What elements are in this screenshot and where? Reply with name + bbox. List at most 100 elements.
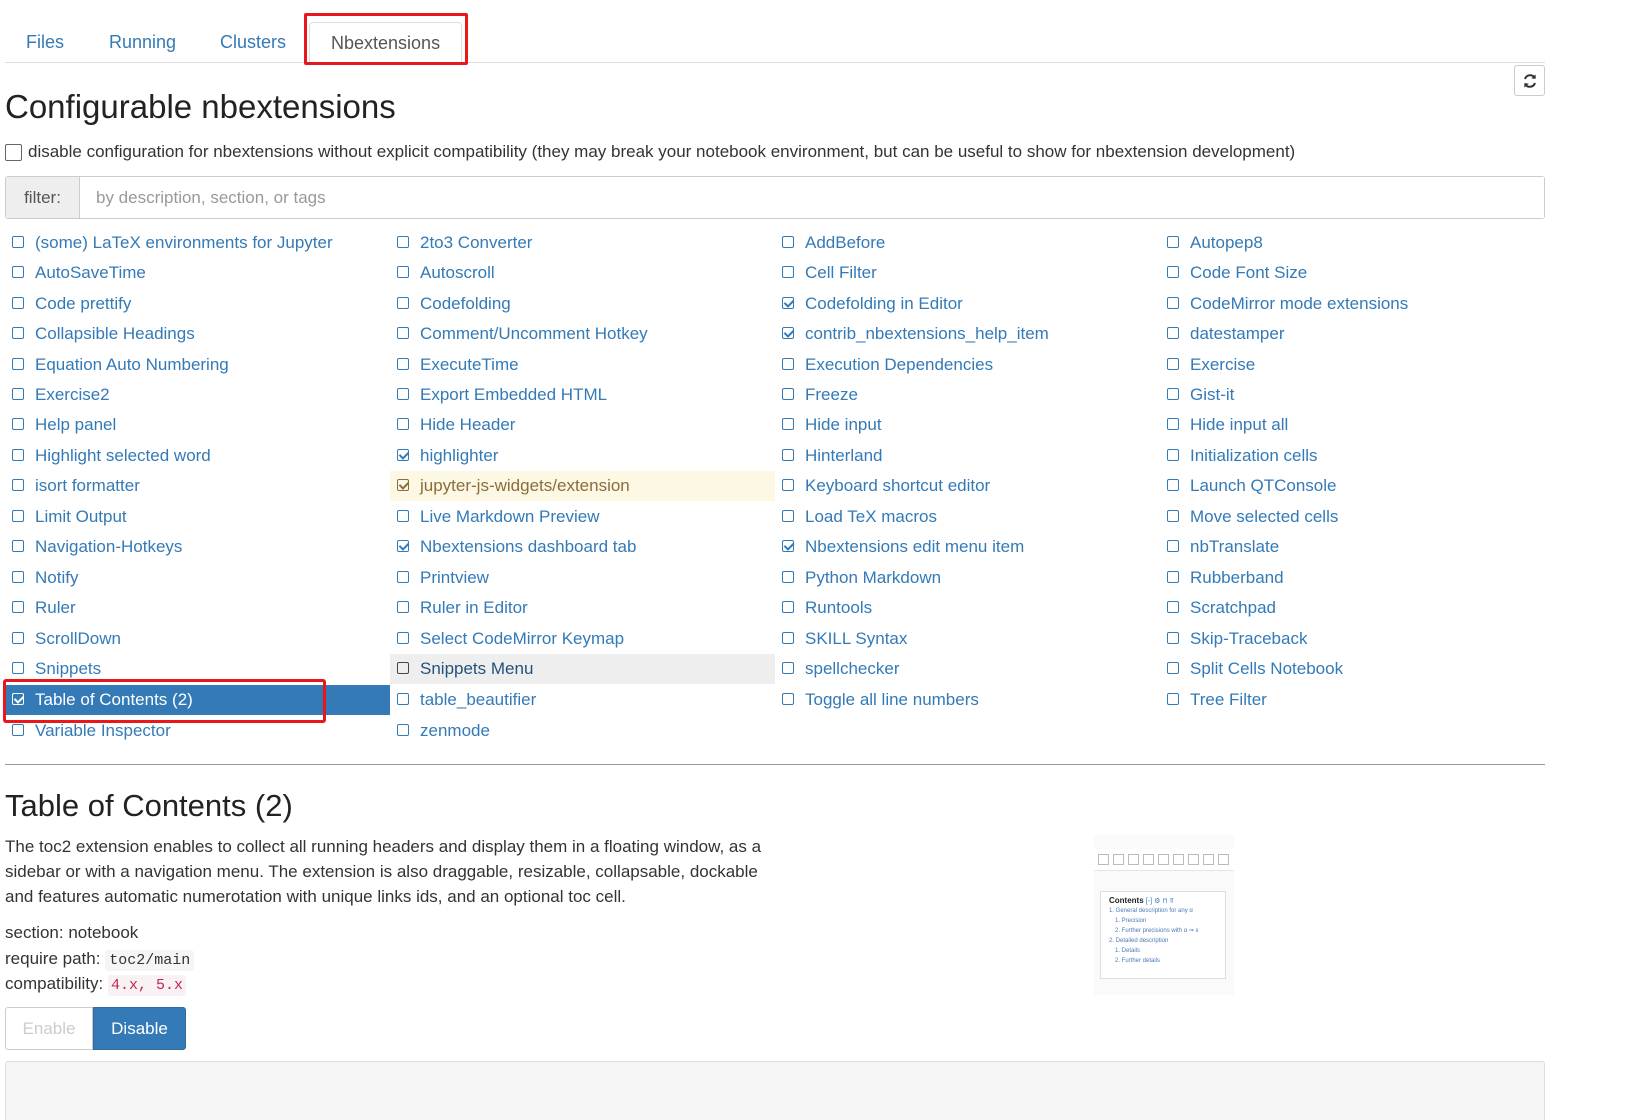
extension-item[interactable]: Skip-Traceback	[1160, 624, 1545, 654]
extension-item[interactable]: isort formatter	[5, 471, 390, 501]
extension-item[interactable]: Codefolding in Editor	[775, 289, 1160, 319]
filter-input[interactable]	[80, 177, 1544, 218]
extension-item[interactable]: Exercise2	[5, 380, 390, 410]
checked-checkbox-icon	[397, 449, 409, 461]
filter-group: filter:	[5, 176, 1545, 219]
extension-item[interactable]: Nbextensions dashboard tab	[390, 532, 775, 562]
extension-item[interactable]: zenmode	[390, 716, 775, 746]
extension-item[interactable]: Exercise	[1160, 350, 1545, 380]
extension-item[interactable]: Export Embedded HTML	[390, 380, 775, 410]
tab-files[interactable]: Files	[5, 22, 85, 62]
preview-toolbar-icon	[1113, 854, 1124, 865]
extension-item[interactable]: Launch QTConsole	[1160, 471, 1545, 501]
extension-item[interactable]: Hide input	[775, 410, 1160, 440]
extension-item[interactable]: Navigation-Hotkeys	[5, 532, 390, 562]
preview-toolbar-icon	[1218, 854, 1229, 865]
unchecked-checkbox-icon	[12, 358, 24, 370]
extension-item[interactable]: jupyter-js-widgets/extension	[390, 471, 775, 501]
extension-item[interactable]: Select CodeMirror Keymap	[390, 624, 775, 654]
extension-item[interactable]: Initialization cells	[1160, 441, 1545, 471]
extension-label: jupyter-js-widgets/extension	[420, 476, 630, 495]
extension-label: Initialization cells	[1190, 446, 1318, 465]
extension-label: table_beautifier	[420, 690, 537, 709]
extension-label: (some) LaTeX environments for Jupyter	[35, 233, 333, 252]
extension-item[interactable]: Cell Filter	[775, 258, 1160, 288]
extension-item[interactable]: Collapsible Headings	[5, 319, 390, 349]
extension-item[interactable]: Snippets Menu	[390, 654, 775, 684]
extension-item[interactable]: datestamper	[1160, 319, 1545, 349]
extension-label: Nbextensions dashboard tab	[420, 537, 637, 556]
unchecked-checkbox-icon	[1167, 662, 1179, 674]
extension-item[interactable]: Nbextensions edit menu item	[775, 532, 1160, 562]
extension-item[interactable]: Toggle all line numbers	[775, 685, 1160, 715]
extension-label: Ruler in Editor	[420, 598, 528, 617]
extension-item[interactable]: Comment/Uncomment Hotkey	[390, 319, 775, 349]
extension-item[interactable]: Load TeX macros	[775, 502, 1160, 532]
extension-item[interactable]: nbTranslate	[1160, 532, 1545, 562]
extension-item[interactable]: AddBefore	[775, 228, 1160, 258]
extension-item[interactable]: Rubberband	[1160, 563, 1545, 593]
enable-disable-group: Enable Disable	[5, 1007, 186, 1050]
extension-label: nbTranslate	[1190, 537, 1280, 556]
extension-item[interactable]: table_beautifier	[390, 685, 775, 715]
unchecked-checkbox-icon	[1167, 540, 1179, 552]
extension-label: Exercise2	[35, 385, 110, 404]
extension-item[interactable]: Tree Filter	[1160, 685, 1545, 715]
extension-item[interactable]: Python Markdown	[775, 563, 1160, 593]
extension-label: Help panel	[35, 415, 117, 434]
unchecked-checkbox-icon	[397, 693, 409, 705]
extension-item[interactable]: ExecuteTime	[390, 350, 775, 380]
extension-item[interactable]: contrib_nbextensions_help_item	[775, 319, 1160, 349]
extension-item[interactable]: spellchecker	[775, 654, 1160, 684]
extension-item[interactable]: Limit Output	[5, 502, 390, 532]
extension-item[interactable]: Help panel	[5, 410, 390, 440]
tab-running[interactable]: Running	[88, 22, 197, 62]
extension-item[interactable]: Table of Contents (2)	[5, 685, 390, 715]
extension-item[interactable]: Snippets	[5, 654, 390, 684]
tab-nbextensions[interactable]: Nbextensions	[309, 22, 463, 64]
extension-item[interactable]: Freeze	[775, 380, 1160, 410]
extension-item[interactable]: Scratchpad	[1160, 593, 1545, 623]
tab-clusters[interactable]: Clusters	[199, 22, 307, 62]
extension-label: Rubberband	[1190, 568, 1284, 587]
extension-item[interactable]: Highlight selected word	[5, 441, 390, 471]
extension-item[interactable]: Move selected cells	[1160, 502, 1545, 532]
extension-item[interactable]: Autopep8	[1160, 228, 1545, 258]
extension-item[interactable]: Ruler in Editor	[390, 593, 775, 623]
extension-item[interactable]: Keyboard shortcut editor	[775, 471, 1160, 501]
extension-item[interactable]: Equation Auto Numbering	[5, 350, 390, 380]
enable-button[interactable]: Enable	[5, 1007, 93, 1050]
extension-item[interactable]: Ruler	[5, 593, 390, 623]
unchecked-checkbox-icon	[782, 601, 794, 613]
extension-item[interactable]: Hinterland	[775, 441, 1160, 471]
extension-item[interactable]: Gist-it	[1160, 380, 1545, 410]
extension-item[interactable]: CodeMirror mode extensions	[1160, 289, 1545, 319]
extension-item[interactable]: Code prettify	[5, 289, 390, 319]
extension-label: zenmode	[420, 721, 490, 740]
extension-label: Launch QTConsole	[1190, 476, 1337, 495]
detail-description: The toc2 extension enables to collect al…	[5, 837, 762, 906]
extension-item[interactable]: Runtools	[775, 593, 1160, 623]
extension-item[interactable]: ScrollDown	[5, 624, 390, 654]
extension-item[interactable]: Hide input all	[1160, 410, 1545, 440]
refresh-button[interactable]	[1514, 65, 1545, 96]
extension-item[interactable]: Variable Inspector	[5, 716, 390, 746]
detail-require-path: require path: toc2/main	[5, 946, 195, 973]
extension-item[interactable]: Code Font Size	[1160, 258, 1545, 288]
extension-item[interactable]: Printview	[390, 563, 775, 593]
extension-item[interactable]: (some) LaTeX environments for Jupyter	[5, 228, 390, 258]
extension-item[interactable]: highlighter	[390, 441, 775, 471]
disable-button[interactable]: Disable	[93, 1007, 186, 1050]
extension-item[interactable]: Hide Header	[390, 410, 775, 440]
extension-item[interactable]: Split Cells Notebook	[1160, 654, 1545, 684]
extension-item[interactable]: 2to3 Converter	[390, 228, 775, 258]
compat-checkbox[interactable]	[5, 143, 22, 161]
extension-item[interactable]: Live Markdown Preview	[390, 502, 775, 532]
extension-item[interactable]: Autoscroll	[390, 258, 775, 288]
extension-item[interactable]: Codefolding	[390, 289, 775, 319]
extension-item[interactable]: AutoSaveTime	[5, 258, 390, 288]
extension-item[interactable]: SKILL Syntax	[775, 624, 1160, 654]
extension-item[interactable]: Execution Dependencies	[775, 350, 1160, 380]
extension-item[interactable]: Notify	[5, 563, 390, 593]
extension-label: Comment/Uncomment Hotkey	[420, 324, 648, 343]
